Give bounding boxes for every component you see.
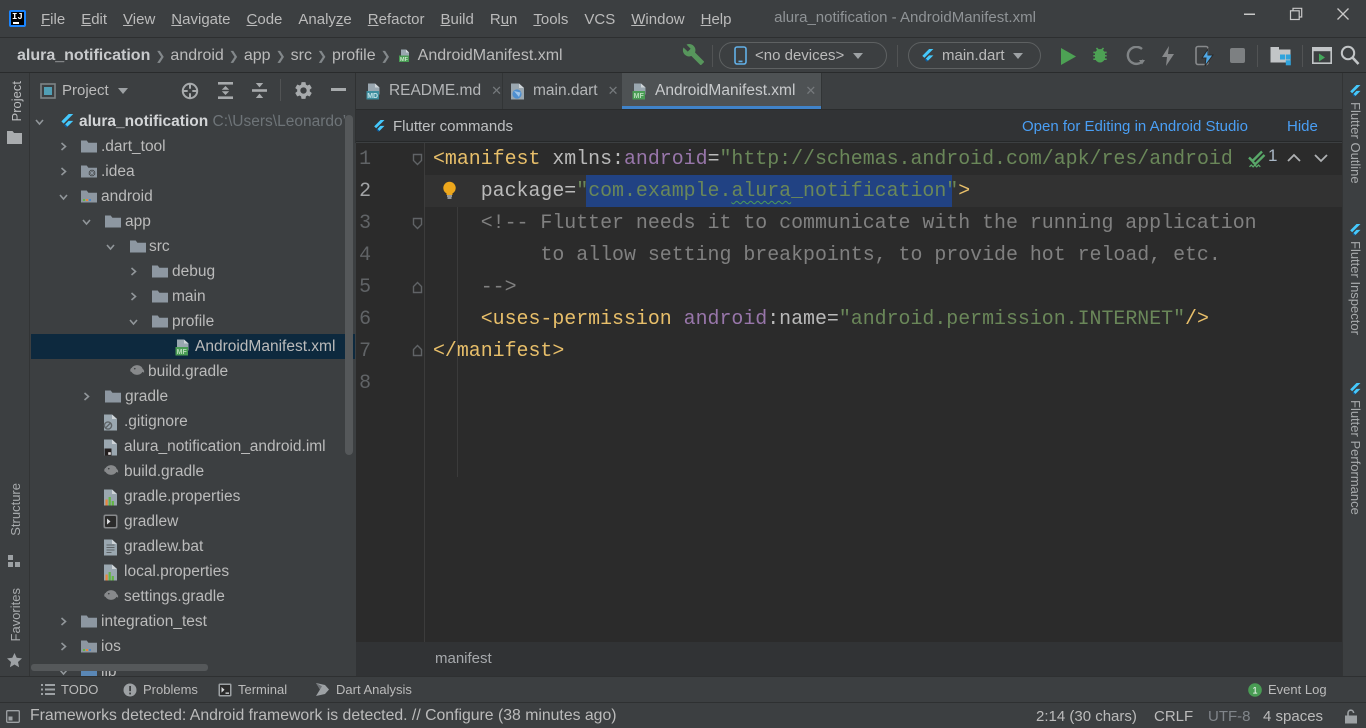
svg-text:MF: MF (400, 57, 409, 63)
svg-text:MD: MD (367, 92, 378, 99)
svg-text:MF: MF (634, 93, 645, 100)
svg-text:1: 1 (1252, 685, 1257, 696)
svg-text:MF: MF (177, 349, 188, 356)
